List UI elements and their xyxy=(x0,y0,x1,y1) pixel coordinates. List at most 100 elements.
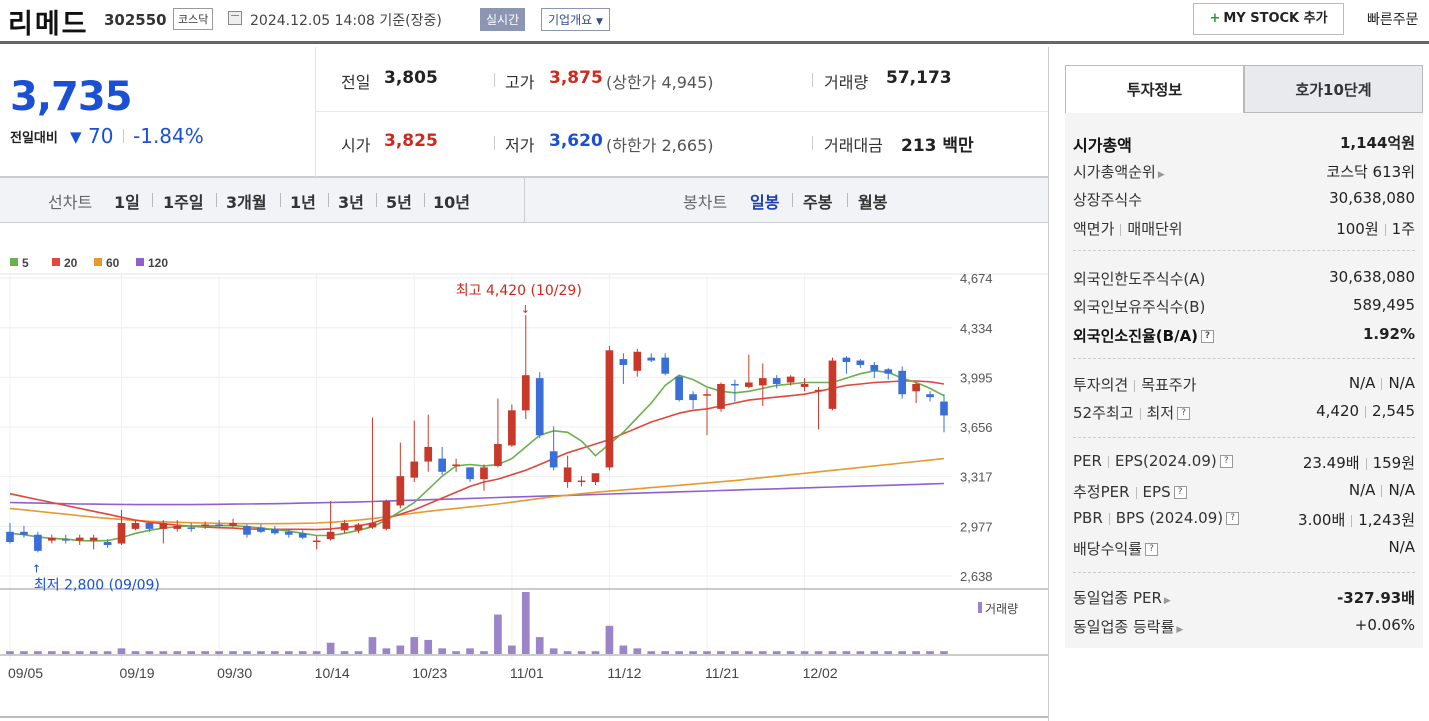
add-mystock-button[interactable]: + MY STOCK 추가 xyxy=(1193,3,1344,35)
legend-label: 120 xyxy=(148,256,168,270)
x-tick-label: 11/01 xyxy=(510,665,544,681)
info-label: 외국인보유주식수(B) xyxy=(1073,298,1206,316)
legend-label: 60 xyxy=(106,256,120,270)
info-label: 상장주식수 xyxy=(1073,191,1143,209)
candle xyxy=(480,467,488,480)
divider xyxy=(315,111,1048,112)
info-label: 추정PER EPS? xyxy=(1073,481,1187,502)
candle xyxy=(34,534,42,551)
candle xyxy=(605,350,614,468)
label-text: 최저 xyxy=(1146,404,1175,422)
label-text: 액면가 xyxy=(1073,220,1115,238)
volume-bar xyxy=(675,651,683,654)
tab-order-book[interactable]: 호가10단계 xyxy=(1244,65,1423,113)
x-tick-label: 11/21 xyxy=(705,665,739,681)
corp-overview-dropdown[interactable]: 기업개요 ▼ xyxy=(541,8,610,31)
info-row-sector-change[interactable]: 동일업종 등락률 ▶ +0.06% xyxy=(1073,613,1415,639)
period-10y[interactable]: 10년 xyxy=(433,189,470,213)
volume-bar xyxy=(201,651,209,654)
volume-bar xyxy=(159,651,168,654)
candle xyxy=(898,370,907,395)
price-chart[interactable]: 4,674 4,334 3,995 3,656 3,317 2,977 2,638 5 20 60… xyxy=(0,230,1048,721)
diff-value: 70 xyxy=(88,124,114,148)
period-1d[interactable]: 1일 xyxy=(114,189,140,213)
candlestick-chart[interactable]: 4,674 4,334 3,995 3,656 3,317 2,977 2,638 5 20 60… xyxy=(0,230,1048,721)
info-row-sector-per[interactable]: 동일업종 PER ▶ -327.93배 xyxy=(1073,584,1415,610)
candle-monthly[interactable]: 월봉 xyxy=(858,189,887,213)
candle xyxy=(368,523,377,528)
period-3y[interactable]: 3년 xyxy=(338,189,364,213)
info-label: 동일업종 PER ▶ xyxy=(1073,587,1171,608)
info-row-pbr: PBR BPS (2024.09)? 3.00배 1,243원 xyxy=(1073,506,1415,532)
divider xyxy=(1384,223,1386,236)
candle-weekly[interactable]: 주봉 xyxy=(803,189,832,213)
info-value: 1.92% xyxy=(1363,325,1415,343)
divider xyxy=(524,178,525,223)
info-label: 동일업종 등락률 ▶ xyxy=(1073,616,1183,637)
high-annotation: 최고 4,420 (10/29) xyxy=(456,283,582,299)
x-tick-label: 09/19 xyxy=(120,665,155,681)
x-tick-label: 12/02 xyxy=(803,665,838,681)
info-label: 시가총액 xyxy=(1073,136,1132,155)
tab-invest-info[interactable]: 투자정보 xyxy=(1065,65,1244,113)
help-icon[interactable]: ? xyxy=(1173,486,1187,499)
volume-bar xyxy=(647,651,656,654)
legend-label: 5 xyxy=(22,256,29,270)
info-row-foreign-limit: 외국인한도주식수(A) 30,638,080 xyxy=(1073,265,1415,291)
candle xyxy=(326,531,335,540)
volume-bar xyxy=(535,637,544,654)
info-label: 액면가 매매단위 xyxy=(1073,218,1183,239)
divider xyxy=(1365,457,1367,470)
candle xyxy=(521,375,530,411)
candle xyxy=(452,464,460,466)
candle xyxy=(284,531,293,535)
volume-bar xyxy=(591,651,600,654)
candle xyxy=(494,443,502,466)
candle xyxy=(438,458,446,472)
info-value: 589,495 xyxy=(1352,296,1415,314)
help-icon[interactable]: ? xyxy=(1219,455,1233,468)
candle xyxy=(201,524,209,526)
info-row-listed-shares: 상장주식수 30,638,080 xyxy=(1073,186,1415,212)
info-row-market-cap-rank[interactable]: 시가총액순위 ▶ 코스닥 613위 xyxy=(1073,158,1415,184)
value-text: N/A xyxy=(1388,374,1415,392)
candle xyxy=(47,537,56,541)
candle xyxy=(410,461,419,478)
period-3m[interactable]: 3개월 xyxy=(226,189,267,213)
period-1w[interactable]: 1주일 xyxy=(163,189,204,213)
value-text: 3.00배 xyxy=(1298,511,1346,529)
chevron-down-icon: ▼ xyxy=(596,17,603,27)
volume-bar xyxy=(410,637,419,654)
volume-label: 거래량 xyxy=(824,73,869,92)
divider xyxy=(1135,486,1137,499)
quick-order-link[interactable]: 빠른주문 xyxy=(1367,9,1419,29)
candle xyxy=(772,378,781,384)
help-icon[interactable]: ? xyxy=(1145,543,1159,556)
value-text: 1,243원 xyxy=(1358,511,1415,529)
info-value: 3.00배 1,243원 xyxy=(1298,509,1415,530)
candle xyxy=(312,540,321,543)
volume-bar xyxy=(786,651,795,654)
market-cap-value: 1,144억원 xyxy=(1339,134,1415,152)
realtime-button[interactable]: 실시간 xyxy=(480,8,526,31)
period-1y[interactable]: 1년 xyxy=(290,189,316,213)
candle-daily[interactable]: 일봉 xyxy=(750,189,779,213)
help-icon[interactable]: ? xyxy=(1177,407,1191,420)
y-tick-label: 3,656 xyxy=(960,420,993,435)
help-icon[interactable]: ? xyxy=(1226,512,1240,525)
legend-label: 20 xyxy=(64,256,78,270)
period-5y[interactable]: 5년 xyxy=(386,189,412,213)
candle xyxy=(298,533,307,538)
legend-swatch xyxy=(52,258,60,266)
info-row-foreign-ratio: 외국인소진율(B/A)? 1.92% xyxy=(1073,322,1415,348)
basis-text: 기준(장중) xyxy=(379,13,442,29)
volume-bar xyxy=(215,651,223,654)
volume-bar xyxy=(257,651,265,654)
value-text: N/A xyxy=(1348,481,1376,499)
help-icon[interactable]: ? xyxy=(1201,330,1215,343)
info-row-market-cap: 시가총액 1,144억원 xyxy=(1073,129,1415,155)
candle xyxy=(940,401,948,416)
volume-bar xyxy=(20,651,28,654)
value-text: N/A xyxy=(1388,481,1415,499)
x-tick-label: 11/12 xyxy=(607,665,641,681)
